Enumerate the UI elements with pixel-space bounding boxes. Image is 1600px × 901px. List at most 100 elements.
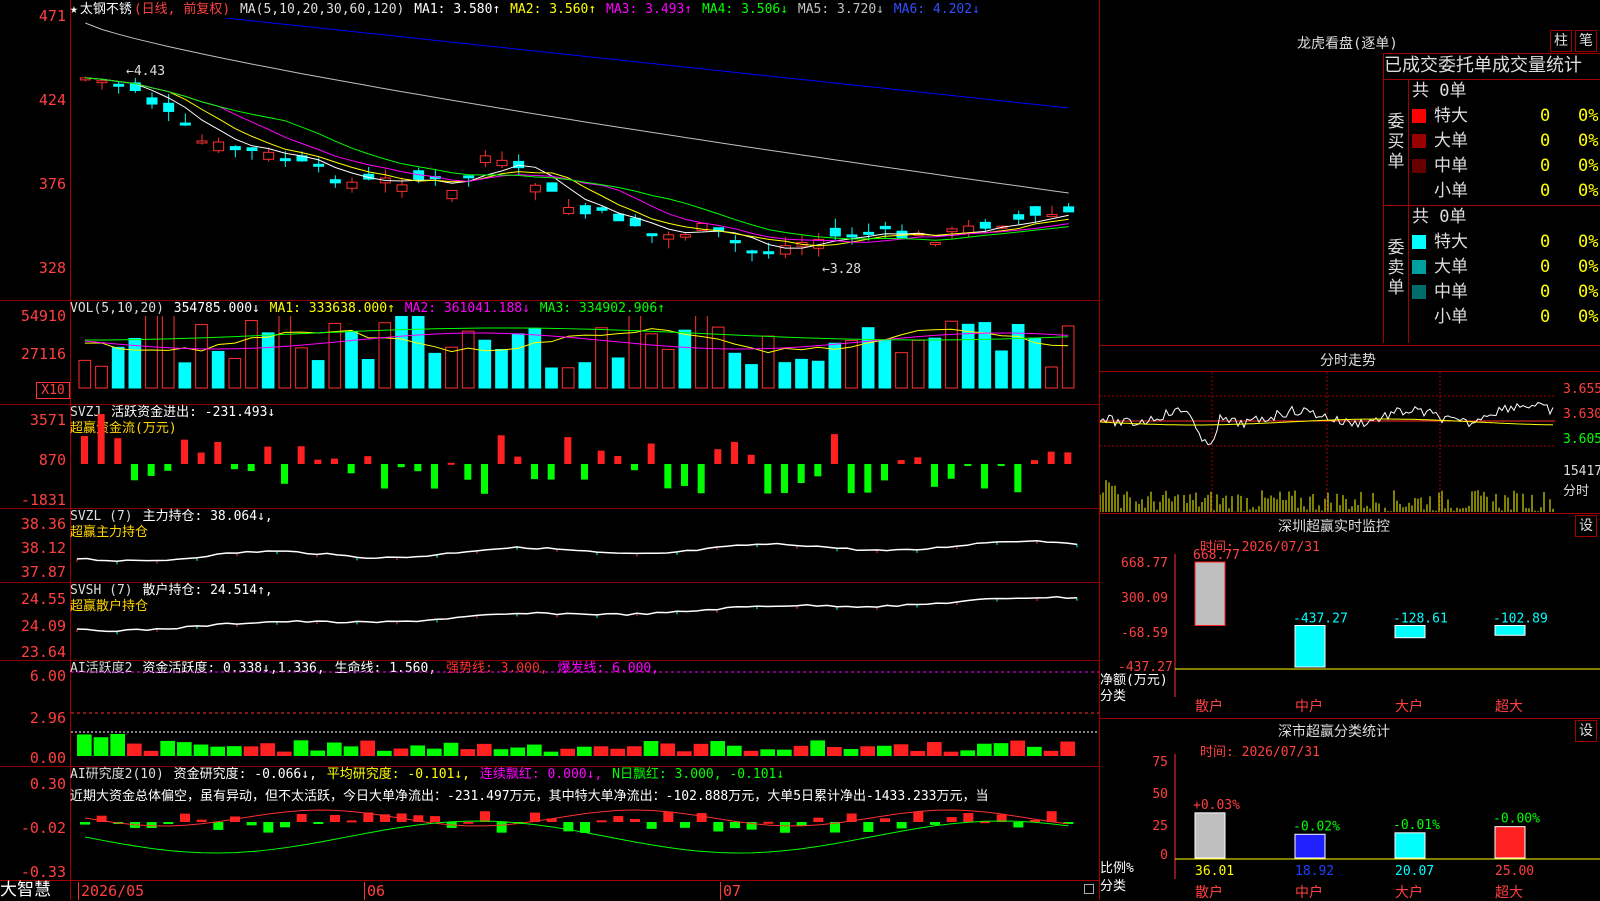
- research-bar: [430, 816, 440, 822]
- fund-flow-bar: [331, 458, 338, 464]
- volume-bar: [928, 337, 942, 389]
- activity-bar: [810, 740, 825, 756]
- intraday-panel[interactable]: 分时走势 3.655 3.630 3.605 15417 分时: [1100, 345, 1600, 514]
- buy-row-name: 特大: [1434, 106, 1468, 126]
- activity-bar: [793, 745, 809, 756]
- volume-bar: [778, 362, 792, 389]
- research-bar: [580, 822, 590, 833]
- research-bar: [713, 822, 724, 832]
- activity-bar: [893, 744, 909, 756]
- lock-icon[interactable]: [1084, 884, 1094, 894]
- intraday-volume: 15417: [1563, 464, 1600, 479]
- fund-flow-bar: [881, 464, 888, 481]
- ai-research-panel[interactable]: AI研究度2(10) 资金研究度: -0.066↓, 平均研究度: -0.101…: [0, 766, 1100, 881]
- activity-bar: [693, 743, 709, 756]
- kline-panel[interactable]: ★ 太钢不锈 (日线, 前复权) MA(5,10,20,30,60,120) MA1…: [0, 0, 1100, 301]
- volume-bar: [328, 322, 342, 389]
- research-bar: [246, 822, 257, 826]
- vol-ma1: MA1: 333638.000↑: [269, 301, 395, 316]
- candle-body: [479, 155, 491, 164]
- ai-active-panel[interactable]: AI活跃度2 资金活跃度: 0.338↓,1.336, 生命线: 1.560, …: [0, 660, 1100, 767]
- fund-flow-bar: [231, 464, 238, 470]
- intraday-chart[interactable]: [1100, 372, 1600, 514]
- candle-body: [563, 207, 575, 214]
- volume-bar: [111, 346, 125, 389]
- candlestick-chart[interactable]: [71, 18, 1099, 300]
- fund-flow-bar: [264, 446, 272, 464]
- candle-body: [729, 240, 741, 244]
- activity-bar: [927, 742, 942, 756]
- research-bar: [480, 811, 490, 822]
- buy-row-count: 0: [1540, 131, 1551, 151]
- ma6-value: MA6: 4.202↓: [893, 2, 980, 17]
- star-icon[interactable]: ★: [70, 2, 78, 17]
- research-bar: [196, 819, 207, 822]
- svsh-ytick-2: 23.64: [20, 643, 66, 661]
- activity-bar: [577, 746, 592, 756]
- svzj-panel[interactable]: SVZJ 活跃资金进出: -231.493↓ 超赢资金流(万元) 3571 87…: [0, 404, 1100, 509]
- stock-name[interactable]: 太钢不锈: [80, 2, 132, 17]
- svzl-chart[interactable]: [71, 518, 1099, 582]
- stats-value-label: 18.92: [1295, 864, 1334, 879]
- svsh-panel[interactable]: SVSH (7) 散户持仓: 24.514↑, 超赢散户持仓 24.55 24.…: [0, 582, 1100, 661]
- sell-total: 共 0单: [1412, 207, 1467, 227]
- intraday-price-1: 3.630: [1563, 407, 1600, 422]
- ai-research-chart[interactable]: [71, 802, 1099, 880]
- bar-mode-button[interactable]: 柱: [1550, 30, 1572, 52]
- activity-bar: [177, 742, 192, 756]
- tab-traded[interactable]: 已成交: [1384, 55, 1438, 76]
- stats-bar: [1494, 826, 1526, 859]
- volume-bar: [378, 322, 392, 389]
- volume-bar: [178, 362, 192, 389]
- tab-orders[interactable]: 委托单: [1438, 55, 1492, 76]
- volume-bar: [295, 347, 308, 389]
- ai-research-header: AI研究度2(10) 资金研究度: -0.066↓, 平均研究度: -0.101…: [70, 767, 786, 783]
- svzj-chart[interactable]: [71, 414, 1099, 508]
- research-bar: [613, 816, 624, 822]
- volume-chart[interactable]: [71, 316, 1099, 404]
- volume-bar: [661, 348, 675, 389]
- volume-bar: [578, 362, 592, 389]
- volume-bar: [1011, 324, 1025, 389]
- fund-flow-bar: [681, 464, 688, 486]
- svzj-ytick-1: 870: [38, 451, 66, 469]
- tab-volume-stats[interactable]: 成交量统计: [1492, 55, 1582, 76]
- buy-row-large: 大单: [1412, 131, 1468, 151]
- period-mode[interactable]: (日线, 前复权): [134, 2, 230, 17]
- volume-bar: [611, 357, 625, 389]
- activity-bar: [327, 742, 342, 756]
- volume-bar: [211, 350, 225, 389]
- monitor-panel[interactable]: 深圳超赢实时监控 设 时间: 2026/07/31 668.77 300.09 …: [1100, 513, 1600, 719]
- activity-bar: [360, 740, 375, 756]
- activity-bar: [1060, 741, 1075, 756]
- activity-bar: [843, 749, 859, 756]
- sell-row-small: 小单: [1412, 307, 1468, 327]
- activity-bar: [310, 750, 325, 756]
- svsh-chart[interactable]: [71, 590, 1099, 660]
- ma-line-2: [85, 77, 1069, 247]
- volume-bar: [311, 360, 325, 389]
- vol-ytick-1: 27116: [20, 345, 66, 363]
- research-bar: [313, 822, 324, 824]
- ai-active-chart[interactable]: [71, 670, 1099, 766]
- research-bar: [913, 811, 924, 822]
- stats-change-label: -0.01%: [1393, 818, 1440, 833]
- dragon-inner-border: [1408, 80, 1409, 343]
- buy-row-count: 0: [1540, 106, 1551, 126]
- fund-flow-bar: [781, 464, 788, 493]
- stats-panel[interactable]: 深市超赢分类统计 设 时间: 2026/07/31 75 50 25 0 比例%…: [1100, 718, 1600, 901]
- pen-mode-button[interactable]: 笔: [1575, 30, 1597, 52]
- sell-row-xl: 特大: [1412, 232, 1468, 252]
- monitor-bar-chart[interactable]: 668.77 散户 -437.27 中户 -128.61 大户 -102.89 超大: [1100, 514, 1600, 719]
- activity-bar: [427, 748, 442, 756]
- ai-active-ytick-1: 2.96: [29, 709, 66, 727]
- stats-bar-chart[interactable]: +0.03% 36.01 散户 -0.02% 18.92 中户 -0.01% 20.07 大户 -…: [1100, 719, 1600, 901]
- volume-panel[interactable]: VOL(5,10,20) 354785.000↓ MA1: 333638.000…: [0, 300, 1100, 405]
- fund-flow-bar: [431, 464, 438, 489]
- candle-body: [263, 151, 275, 160]
- sell-row-large: 大单: [1412, 257, 1468, 277]
- ai-active-ytick-2: 0.00: [29, 749, 66, 767]
- small-color-swatch: [1412, 184, 1426, 198]
- monitor-category-label: 超大: [1495, 699, 1523, 715]
- svzl-panel[interactable]: SVZL (7) 主力持仓: 38.064↓, 超赢主力持仓 38.36 38.…: [0, 508, 1100, 583]
